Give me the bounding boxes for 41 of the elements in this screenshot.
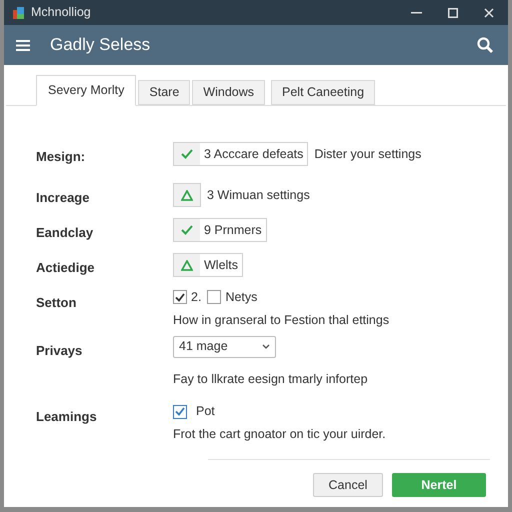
checkbox-label: 2.: [191, 289, 202, 306]
tab[interactable]: Pelt Caneeting: [271, 80, 376, 105]
header-title: Gadly Seless: [50, 34, 150, 56]
option-note: Dister your settings: [314, 146, 422, 163]
option-button[interactable]: 9 Prnmers: [173, 218, 267, 242]
tab[interactable]: Windows: [192, 80, 266, 105]
maximize-icon[interactable]: [448, 8, 458, 18]
close-icon[interactable]: [484, 8, 494, 18]
minimize-icon[interactable]: [411, 12, 422, 14]
field-label: Privays: [36, 342, 82, 358]
check-icon: [181, 225, 193, 235]
field-label: Eandclay: [36, 225, 94, 240]
chevron-down-icon: [262, 344, 270, 349]
tab[interactable]: Severy Morlty: [36, 75, 136, 106]
checkbox[interactable]: [173, 404, 187, 419]
checkbox-label: Pot: [196, 403, 215, 420]
field-description: Fay to llkrate eesign tmarly infortep: [173, 370, 368, 388]
tab[interactable]: Stare: [138, 80, 190, 105]
dropdown[interactable]: 41 mage: [173, 336, 276, 358]
checkbox[interactable]: [173, 290, 187, 304]
field-label: Setton: [36, 295, 76, 310]
field-label: Actiedige: [36, 260, 95, 275]
option-button[interactable]: 3 Acccare defeats: [173, 142, 308, 166]
triangle-icon: [181, 190, 193, 200]
option-button[interactable]: Wlelts: [173, 253, 244, 277]
search-icon[interactable]: [477, 37, 493, 53]
triangle-icon: [181, 260, 193, 270]
checkbox-label: Netys: [225, 289, 258, 306]
option-note: 3 Wimuan settings: [207, 186, 310, 204]
field-label: Leamings: [36, 409, 97, 424]
cancel-button[interactable]: Cancel: [313, 473, 383, 497]
option-button[interactable]: [173, 183, 201, 207]
app-icon: [13, 6, 24, 18]
menu-icon[interactable]: [16, 40, 30, 50]
check-icon: [181, 149, 193, 159]
checkbox[interactable]: [207, 290, 222, 304]
field-label: Increage: [36, 190, 90, 205]
window-title: Mchnolliog: [31, 4, 91, 22]
field-label: Mesign:: [36, 149, 86, 164]
field-description: Frot the cart gnoator on tic your uirder.: [173, 426, 386, 443]
field-description: How in granseral to Festion thal ettings: [173, 312, 390, 329]
